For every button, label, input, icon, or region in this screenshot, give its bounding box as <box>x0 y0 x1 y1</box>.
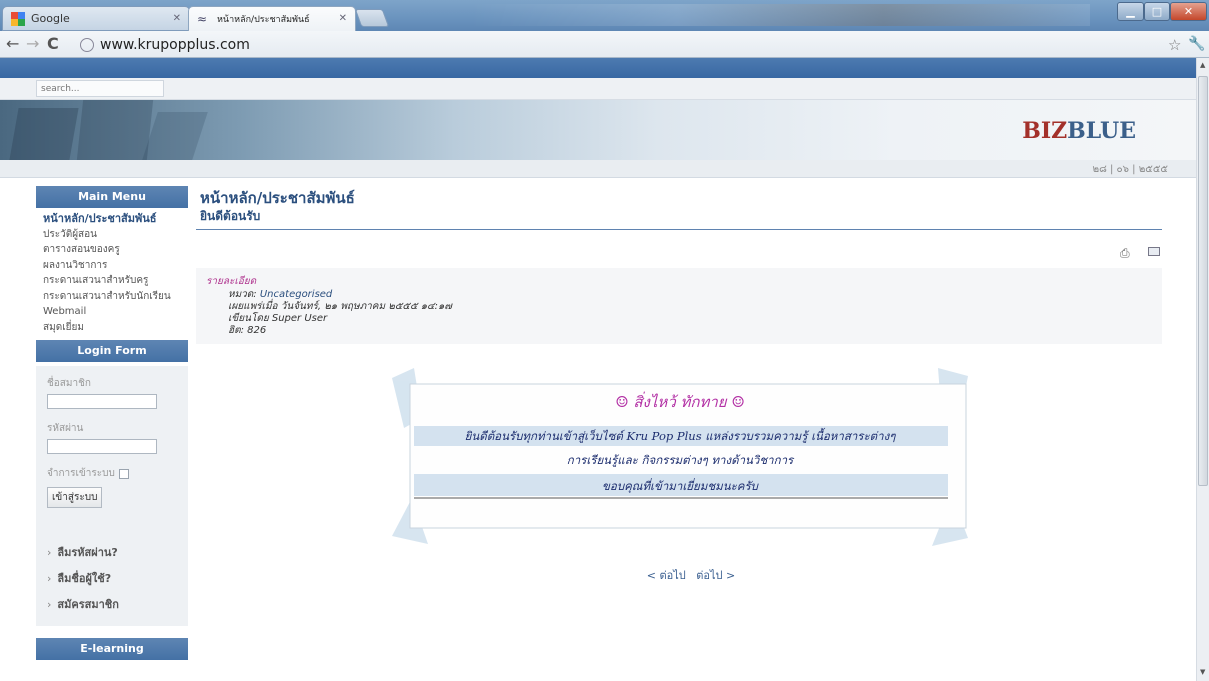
welcome-line-2: การเรียนรู้และ กิจกรรมต่างๆ ทางด้านวิชาก… <box>566 453 794 467</box>
published-date: เผยแพร่เมื่อ วันจันทร์, ๒๑ พฤษภาคม ๒๕๕๕ … <box>228 301 452 312</box>
url-text: www.krupopplus.com <box>100 36 250 53</box>
banner-building <box>142 112 208 160</box>
login-form: ชื่อสมาชิก รหัสผ่าน จำการเข้าระบบ เข้าสู… <box>36 366 188 534</box>
register-text: สมัครสมาชิก <box>57 598 119 611</box>
article-icons: ⎙ <box>1102 246 1162 260</box>
tab-close-icon[interactable]: ✕ <box>339 13 347 24</box>
scroll-down-icon[interactable]: ▼ <box>1200 668 1205 676</box>
google-favicon-icon <box>11 11 25 26</box>
article-details: รายละเอียด หมวด: Uncategorised เผยแพร่เม… <box>196 268 1162 344</box>
main-menu-header: Main Menu <box>36 186 188 208</box>
main-content: หน้าหลัก/ประชาสัมพันธ์ ยินดีต้อนรับ ⎙ รา… <box>196 186 1162 582</box>
site-banner: BIZBLUE <box>0 100 1196 160</box>
menu-item-schedule[interactable]: ตารางสอนของครู <box>36 242 188 258</box>
globe-icon <box>80 37 94 52</box>
category-line: หมวด: Uncategorised <box>206 289 1152 301</box>
forward-arrow-icon[interactable]: → <box>26 35 39 53</box>
forgot-username-link[interactable]: › ลืมชื่อผู้ใช้? <box>47 569 188 587</box>
titlebar-decoration <box>470 4 1090 26</box>
remember-row: จำการเข้าระบบ <box>47 466 177 481</box>
author: เขียนโดย Super User <box>228 313 328 324</box>
menu-item-home[interactable]: หน้าหลัก/ประชาสัมพันธ์ <box>36 211 188 227</box>
page-scrollbar[interactable]: ▲ ▼ <box>1196 58 1209 681</box>
elearning-header: E-learning <box>36 638 188 660</box>
tab-label: หน้าหลัก/ประชาสัมพันธ์ <box>217 15 310 25</box>
forgot-username-text: ลืมชื่อผู้ใช้? <box>57 572 112 585</box>
menu-item-academic-works[interactable]: ผลงานวิชาการ <box>36 258 188 274</box>
email-icon[interactable] <box>1148 247 1160 256</box>
welcome-line-1: ยินดีต้อนรับทุกท่านเข้าสู่เว็บไซต์ Kru P… <box>464 429 896 443</box>
scrollbar-thumb[interactable] <box>1198 76 1208 486</box>
bookmark-star-icon[interactable]: ☆ <box>1168 36 1181 54</box>
browser-titlebar: Google ✕ ≈ หน้าหลัก/ประชาสัมพันธ์ ✕ ▁ □ … <box>0 0 1209 31</box>
menu-item-guestbook[interactable]: สมุดเยี่ยม <box>36 320 188 336</box>
banner-building <box>76 100 154 160</box>
menu-item-teacher-bio[interactable]: ประวัติผู้สอน <box>36 227 188 243</box>
address-toolbar: ← → C www.krupopplus.com ☆ 🔧 <box>0 31 1209 58</box>
menu-item-teacher-forum[interactable]: กระดานเสวนาสำหรับครู <box>36 273 188 289</box>
wrench-menu-icon[interactable]: 🔧 <box>1188 36 1205 52</box>
tab-google[interactable]: Google ✕ <box>2 6 190 31</box>
pager-next-link[interactable]: ต่อไป > <box>696 569 735 582</box>
login-form-header: Login Form <box>36 340 188 362</box>
welcome-line-3: ขอบคุณที่เข้ามาเยี่ยมชมนะครับ <box>602 479 758 493</box>
username-input[interactable] <box>47 394 157 409</box>
banner-building <box>9 108 79 160</box>
new-tab-button[interactable] <box>354 9 390 27</box>
window-close-button[interactable]: ✕ <box>1170 2 1207 21</box>
tab-home[interactable]: ≈ หน้าหลัก/ประชาสัมพันธ์ ✕ <box>188 6 356 31</box>
logo-part-biz: BIZ <box>1022 118 1068 144</box>
reload-icon[interactable]: C <box>47 35 59 53</box>
url-bar[interactable]: www.krupopplus.com <box>80 34 1160 55</box>
tab-close-icon[interactable]: ✕ <box>173 13 181 24</box>
print-icon[interactable]: ⎙ <box>1120 246 1130 261</box>
page-favicon-icon: ≈ <box>197 12 208 26</box>
category-label: หมวด: <box>228 289 257 300</box>
bullet-icon: › <box>47 546 52 559</box>
tab-label: Google <box>31 12 70 25</box>
minimize-button[interactable]: ▁ <box>1117 2 1144 21</box>
site-search-input[interactable] <box>36 80 164 97</box>
password-label: รหัสผ่าน <box>47 423 84 434</box>
page-title: หน้าหลัก/ประชาสัมพันธ์ <box>200 189 355 207</box>
menu-item-student-forum[interactable]: กระดานเสวนาสำหรับนักเรียน <box>36 289 188 305</box>
article-title[interactable]: ยินดีต้อนรับ <box>196 207 1162 230</box>
menu-item-webmail[interactable]: Webmail <box>36 304 188 320</box>
hits: ฮิต: 826 <box>228 325 267 336</box>
welcome-greeting: ☺ สิ่งไหว้ ทักทาย ☺ <box>615 393 745 411</box>
back-arrow-icon[interactable]: ← <box>6 35 19 53</box>
remember-label: จำการเข้าระบบ <box>47 468 115 479</box>
bullet-icon: › <box>47 598 52 611</box>
forgot-password-link[interactable]: › ลืมรหัสผ่าน? <box>47 543 188 561</box>
current-date: ๒๘ | ๐๖ | ๒๕๕๕ <box>1092 164 1168 175</box>
remember-checkbox[interactable] <box>118 468 129 479</box>
login-button[interactable]: เข้าสู่ระบบ <box>47 487 103 508</box>
username-label: ชื่อสมาชิก <box>47 378 91 389</box>
login-links: › ลืมรหัสผ่าน? › ลืมชื่อผู้ใช้? › สมัครสมาช… <box>36 534 188 626</box>
pager-prev-link[interactable]: < ต่อไป <box>647 569 686 582</box>
welcome-image: ☺ สิ่งไหว้ ทักทาย ☺ ยินดีต้อนรับทุกท่านเ… <box>392 368 968 546</box>
register-link[interactable]: › สมัครสมาชิก <box>47 595 188 613</box>
bullet-icon: › <box>47 572 52 585</box>
logo-part-blue: BLUE <box>1067 118 1136 144</box>
pagination: < ต่อไป ต่อไป > <box>196 566 1186 584</box>
scroll-up-icon[interactable]: ▲ <box>1200 61 1205 69</box>
category-value[interactable]: Uncategorised <box>260 289 332 300</box>
site-top-strip <box>0 58 1196 78</box>
details-heading: รายละเอียด <box>206 276 257 287</box>
site-search-row <box>0 78 1196 100</box>
site-logo[interactable]: BIZBLUE <box>1022 118 1136 144</box>
maximize-button[interactable]: □ <box>1144 2 1170 21</box>
left-sidebar: Main Menu หน้าหลัก/ประชาสัมพันธ์ ประวัติ… <box>36 186 188 663</box>
page-viewport: BIZBLUE ๒๘ | ๐๖ | ๒๕๕๕ Main Menu หน้าหลั… <box>0 58 1196 681</box>
password-input[interactable] <box>47 439 157 454</box>
date-row: ๒๘ | ๐๖ | ๒๕๕๕ <box>0 160 1196 178</box>
forgot-password-text: ลืมรหัสผ่าน? <box>57 546 118 559</box>
